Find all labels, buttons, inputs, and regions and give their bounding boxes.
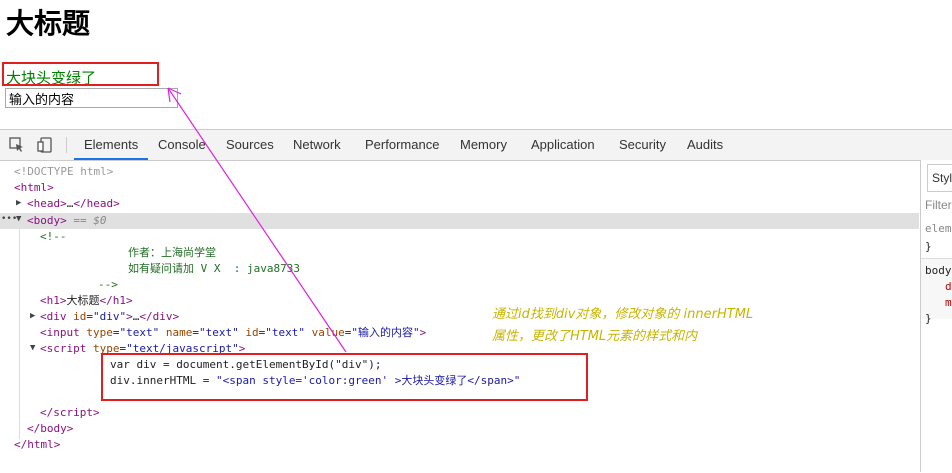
dom-input[interactable]: <input type="text" name="text" id="text"…: [40, 325, 426, 341]
highlight-box-div: [2, 62, 159, 86]
dom-comment-author: 作者：上海尚学堂: [128, 246, 216, 259]
dom-comment-close: -->: [98, 278, 118, 291]
tab-performance[interactable]: Performance: [355, 130, 449, 160]
tab-sources[interactable]: Sources: [216, 130, 284, 160]
expand-head-icon[interactable]: ▶: [16, 198, 21, 208]
highlight-box-script: [101, 353, 588, 401]
dom-doctype[interactable]: <!DOCTYPE html>: [14, 164, 113, 180]
toolbar-divider: [66, 137, 67, 153]
tab-elements[interactable]: Elements: [74, 130, 149, 160]
expand-div-icon[interactable]: ▶: [30, 311, 35, 321]
annotation-line-1: 通过id找到div对象，修改对象的 innerHTML: [492, 307, 754, 322]
annotation-line-2: 属性，更改了HTML元素的样式和内: [492, 329, 698, 344]
tab-memory[interactable]: Memory: [450, 130, 517, 160]
inspect-element-icon[interactable]: [8, 136, 26, 154]
body-selector[interactable]: body: [925, 264, 952, 277]
dom-script-close[interactable]: </script>: [40, 405, 100, 421]
text-input[interactable]: [5, 88, 178, 108]
selected-row-highlight: [0, 213, 919, 229]
dom-html-open[interactable]: <html>: [14, 180, 54, 196]
body-rule-brace: }: [925, 312, 932, 325]
dom-h1[interactable]: <h1>大标题</h1>: [40, 293, 133, 309]
styles-pane: Styl Filter elem } body d m }: [920, 160, 952, 472]
page-heading: 大标题: [6, 7, 91, 40]
element-style-brace: }: [925, 240, 932, 253]
collapse-body-icon[interactable]: ▼: [16, 214, 21, 224]
annotation-note: 通过id找到div对象，修改对象的 innerHTML 属性，更改了HTML元素…: [492, 304, 832, 348]
dom-body-close[interactable]: </body>: [27, 421, 73, 437]
more-options-icon[interactable]: •••: [1, 214, 17, 224]
body-prop-1[interactable]: d: [945, 280, 952, 293]
devtools-panel: Elements Console Sources Network Perform…: [0, 129, 952, 473]
tab-audits[interactable]: Audits: [677, 130, 733, 160]
tab-network[interactable]: Network: [283, 130, 351, 160]
dom-html-close[interactable]: </html>: [14, 437, 60, 453]
dom-head[interactable]: <head>…</head>: [27, 196, 120, 212]
device-toolbar-icon[interactable]: [36, 136, 54, 154]
dom-comment-contact: 如有疑问请加 V X : java8733: [128, 262, 300, 275]
styles-filter[interactable]: Filter: [925, 198, 952, 212]
indent-guide: [19, 229, 20, 439]
tab-application[interactable]: Application: [521, 130, 605, 160]
dom-div[interactable]: <div id="div">…</div>: [40, 309, 179, 325]
collapse-script-icon[interactable]: ▼: [30, 343, 35, 353]
tab-console[interactable]: Console: [148, 130, 216, 160]
rendered-page: 大标题 大块头变绿了: [0, 0, 952, 129]
devtools-toolbar: Elements Console Sources Network Perform…: [0, 130, 952, 161]
tab-security[interactable]: Security: [609, 130, 676, 160]
styles-tab[interactable]: Styl: [927, 164, 952, 192]
dom-body[interactable]: <body> == $0: [27, 213, 107, 229]
dom-comment-open[interactable]: <!--: [40, 229, 67, 245]
element-style-label: elem: [925, 222, 952, 235]
body-prop-2[interactable]: m: [945, 296, 952, 309]
